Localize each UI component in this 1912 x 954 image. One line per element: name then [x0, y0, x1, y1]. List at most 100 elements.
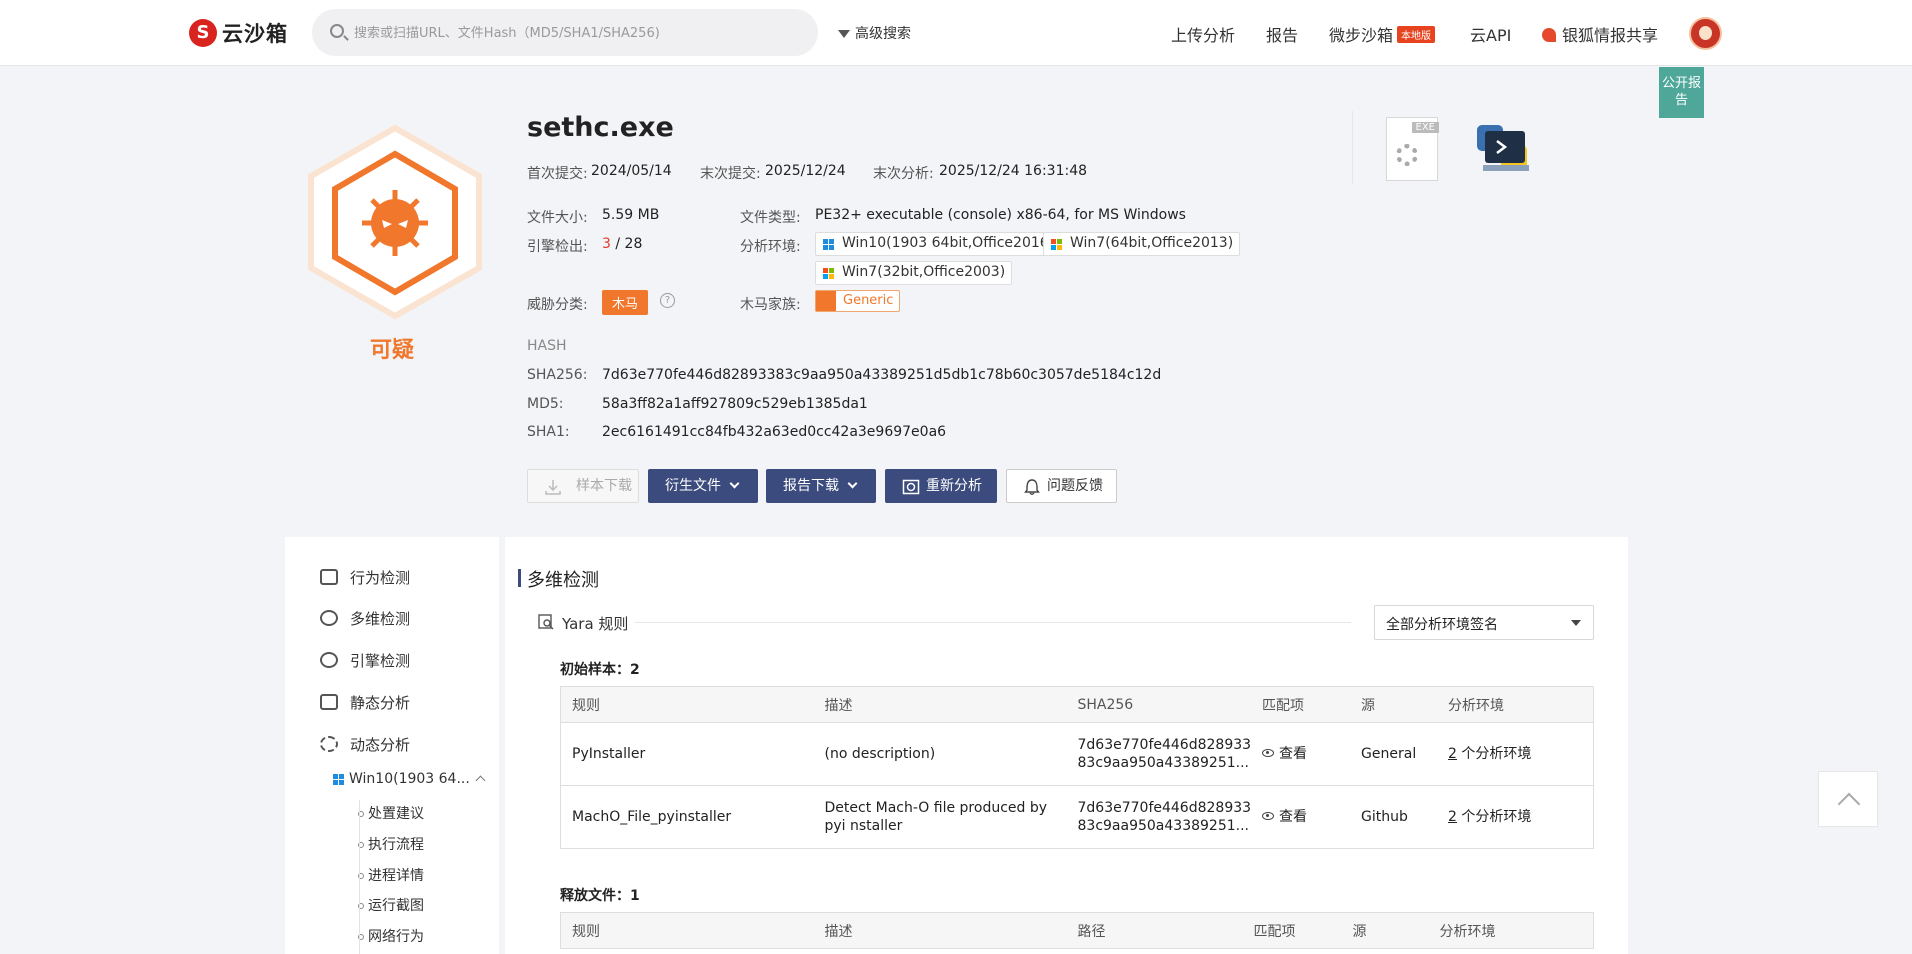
derived-files-button[interactable]: 衍生文件	[648, 469, 758, 503]
advanced-search-link[interactable]: 高级搜索	[838, 23, 911, 43]
nav-micro-sandbox[interactable]: 微步沙箱 本地版	[1329, 22, 1436, 46]
local-version-badge: 本地版	[1397, 26, 1436, 43]
table-header-row: 规则 描述 路径 匹配项 源 分析环境	[560, 912, 1594, 949]
env-tag-win7-64[interactable]: Win7(64bit,Office2013)	[1043, 232, 1241, 256]
file-type-label: 文件类型:	[740, 210, 801, 226]
search-input[interactable]	[354, 21, 794, 45]
chevron-down-icon	[847, 478, 858, 489]
engine-total: / 28	[615, 236, 643, 252]
search-icon[interactable]	[330, 24, 344, 38]
env-signature-select[interactable]: 全部分析环境签名	[1374, 605, 1594, 640]
logo-icon[interactable]: S	[189, 19, 217, 47]
sidebar-item-static[interactable]: 静态分析	[320, 692, 410, 713]
source-cell: Github	[1350, 785, 1438, 849]
engine-detect-value: 3 / 28	[602, 236, 642, 252]
sidebar-item-multidim[interactable]: 多维检测	[320, 608, 410, 629]
col-match: 匹配项	[1242, 912, 1342, 949]
sidebar-env-win10[interactable]: Win10(1903 64...	[333, 771, 486, 787]
windows10-icon	[333, 774, 344, 785]
sub-item-process[interactable]: 进程详情	[358, 865, 424, 885]
verdict-label: 可疑	[370, 338, 415, 363]
download-icon	[545, 480, 561, 495]
windows7-icon	[1051, 239, 1063, 251]
top-navbar: S 云沙箱 高级搜索 上传分析 报告 微步沙箱本地版 云API 银狐情报共享	[0, 0, 1912, 66]
env-tag-win10[interactable]: Win10(1903 64bit,Office2016)	[815, 232, 1062, 256]
match-cell[interactable]: 查看	[1251, 785, 1351, 849]
sidebar: 行为检测 多维检测 引擎检测 静态分析 动态分析 Win10(1903 64..…	[285, 537, 499, 954]
static-list-icon	[320, 694, 338, 710]
chevron-down-icon	[729, 478, 740, 489]
col-match: 匹配项	[1251, 686, 1351, 723]
file-size-value: 5.59 MB	[602, 207, 660, 223]
reanalyze-label: 重新分析	[926, 478, 982, 494]
analysis-env-label: 分析环境:	[740, 239, 801, 255]
rule-cell: PyInstaller	[560, 722, 814, 786]
nav-upload[interactable]: 上传分析	[1171, 22, 1235, 46]
public-report-badge[interactable]: 公开报告	[1659, 67, 1704, 118]
pyinstaller-icon	[1477, 125, 1529, 171]
env-count-link[interactable]: 2	[1448, 746, 1457, 762]
env-count-text: 个分析环境	[1461, 809, 1532, 825]
initial-sample-heading: 初始样本：2	[560, 662, 640, 678]
sidebar-item-label: 静态分析	[350, 694, 411, 712]
sha256-label: SHA256:	[527, 367, 588, 383]
env-count-text: 个分析环境	[1461, 746, 1532, 762]
threat-class-label: 威胁分类:	[527, 297, 588, 313]
windows10-icon	[823, 239, 835, 251]
sha256-value: 7d63e770fe446d82893383c9aa950a43389251d5…	[602, 367, 1162, 383]
first-submit-value: 2024/05/14	[591, 163, 672, 179]
gear-icon	[1396, 144, 1418, 166]
report-download-button[interactable]: 报告下载	[766, 469, 876, 503]
nav-micro-sandbox-label: 微步沙箱	[1329, 26, 1394, 45]
eye-icon	[1262, 749, 1275, 757]
view-link[interactable]: 查看	[1279, 746, 1307, 762]
col-rule: 规则	[560, 912, 814, 949]
sha1-label: SHA1:	[527, 424, 570, 440]
exe-tag: EXE	[1411, 122, 1439, 133]
source-cell: General	[1350, 722, 1438, 786]
sub-item-disposal[interactable]: 处置建议	[358, 803, 424, 823]
col-sha256: SHA256	[1066, 686, 1252, 723]
nav-intel-share[interactable]: 银狐情报共享	[1542, 22, 1658, 46]
col-rule: 规则	[560, 686, 814, 723]
file-name: sethc.exe	[527, 112, 674, 143]
col-env: 分析环境	[1428, 912, 1594, 949]
trojan-family-tag[interactable]: Generic	[815, 290, 901, 312]
yara-search-icon	[538, 614, 554, 630]
back-to-top-button[interactable]	[1818, 771, 1878, 827]
download-sample-button[interactable]: 样本下载	[527, 469, 639, 503]
env-count-link[interactable]: 2	[1448, 809, 1457, 825]
chevron-up-icon[interactable]	[475, 775, 486, 786]
sha256-cell: 7d63e770fe446d828933 83c9aa950a43389251.…	[1066, 785, 1252, 849]
table-row: MachO_File_pyinstaller Detect Mach-O fil…	[560, 785, 1594, 849]
last-analysis-label: 末次分析:	[873, 166, 934, 182]
logo-text[interactable]: 云沙箱	[222, 18, 288, 48]
desc-cell: (no description)	[813, 722, 1067, 786]
multidim-search-icon	[320, 610, 338, 626]
derived-files-label: 衍生文件	[665, 478, 721, 494]
sub-item-exec-flow[interactable]: 执行流程	[358, 834, 424, 854]
md5-label: MD5:	[527, 396, 564, 412]
sub-item-network[interactable]: 网络行为	[358, 926, 424, 946]
exe-file-icon: EXE	[1386, 117, 1439, 181]
sidebar-item-behavior[interactable]: 行为检测	[320, 567, 410, 588]
last-submit-label: 末次提交:	[700, 166, 761, 182]
nav-cloud-api[interactable]: 云API	[1470, 22, 1511, 46]
windows7-icon	[823, 268, 835, 280]
sub-item-screenshot[interactable]: 运行截图	[358, 895, 424, 915]
env-tag-win7-32[interactable]: Win7(32bit,Office2003)	[815, 261, 1013, 285]
match-cell[interactable]: 查看	[1251, 722, 1351, 786]
feedback-button[interactable]: 问题反馈	[1006, 469, 1117, 503]
help-icon[interactable]: ?	[660, 293, 675, 308]
sidebar-item-engine[interactable]: 引擎检测	[320, 650, 410, 671]
table-header-row: 规则 描述 SHA256 匹配项 源 分析环境	[560, 686, 1594, 723]
user-avatar[interactable]	[1689, 17, 1722, 50]
nav-report[interactable]: 报告	[1266, 22, 1298, 46]
file-type-value: PE32+ executable (console) x86-64, for M…	[815, 207, 1186, 223]
trojan-family-label: 木马家族:	[740, 297, 801, 313]
reanalyze-button[interactable]: 重新分析	[885, 469, 997, 503]
advanced-search-label: 高级搜索	[855, 26, 911, 42]
family-icon	[816, 291, 836, 311]
sidebar-item-dynamic[interactable]: 动态分析	[320, 734, 410, 755]
view-link[interactable]: 查看	[1279, 809, 1307, 825]
